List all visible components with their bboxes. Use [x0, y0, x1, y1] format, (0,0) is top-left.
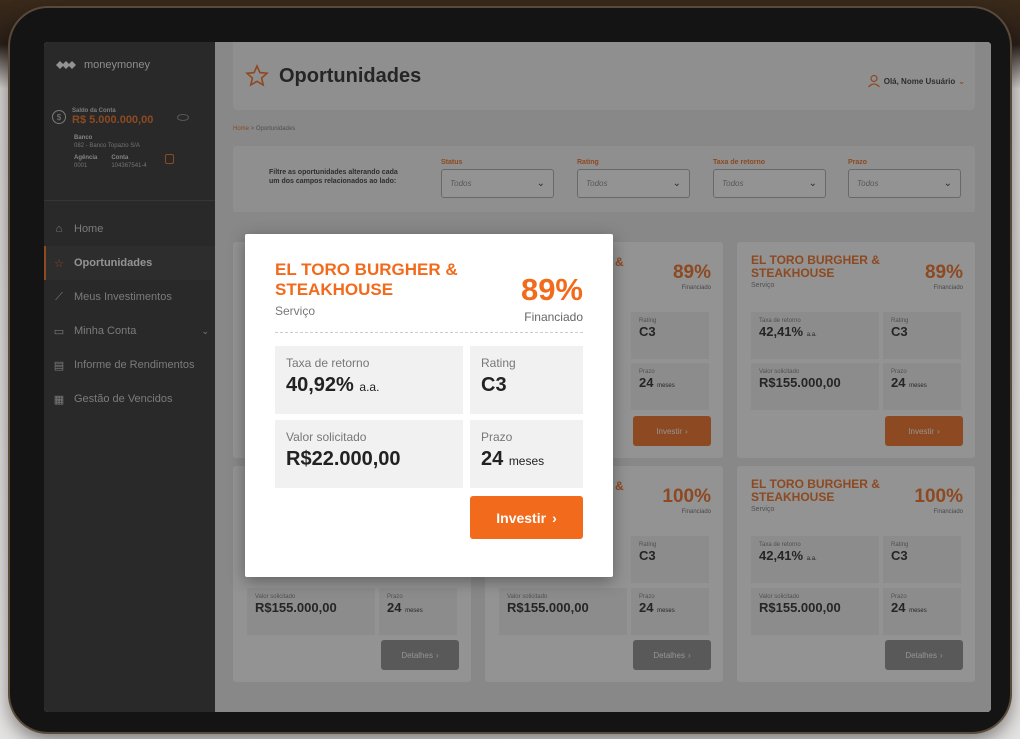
modal-taxa-unit: a.a.	[359, 380, 380, 394]
modal-taxa-box: Taxa de retorno 40,92% a.a.	[275, 346, 463, 414]
modal-prazo-unit: meses	[508, 454, 545, 468]
modal-invest-button-label: Investir	[496, 509, 547, 526]
modal-invest-button[interactable]: Investir ›	[470, 496, 583, 539]
modal-financed-label: Financiado	[524, 310, 583, 324]
modal-rating-value: C3	[481, 374, 507, 396]
modal-taxa-value: 40,92%	[286, 374, 354, 396]
modal-taxa-label: Taxa de retorno	[286, 356, 370, 370]
modal-valor-label: Valor solicitado	[286, 430, 367, 444]
modal-percentage: 89%	[520, 272, 583, 307]
modal-rating-label: Rating	[481, 356, 516, 370]
modal-prazo-value: 24	[481, 448, 504, 470]
opportunity-modal: EL TORO BURGHER & STEAKHOUSE Serviço 89%…	[245, 234, 613, 577]
modal-divider	[275, 332, 583, 333]
modal-valor-value: R$22.000,00	[286, 448, 401, 470]
modal-valor-box: Valor solicitado R$22.000,00	[275, 420, 463, 488]
modal-rating-box: Rating C3	[470, 346, 583, 414]
chevron-right-icon: ›	[552, 509, 557, 526]
app-screen: moneymoney $ Saldo da Conta R$ 5.000.000…	[44, 42, 991, 712]
modal-prazo-label: Prazo	[481, 430, 513, 444]
modal-company-name: EL TORO BURGHER & STEAKHOUSE	[275, 260, 458, 299]
modal-prazo-box: Prazo 24 meses	[470, 420, 583, 488]
